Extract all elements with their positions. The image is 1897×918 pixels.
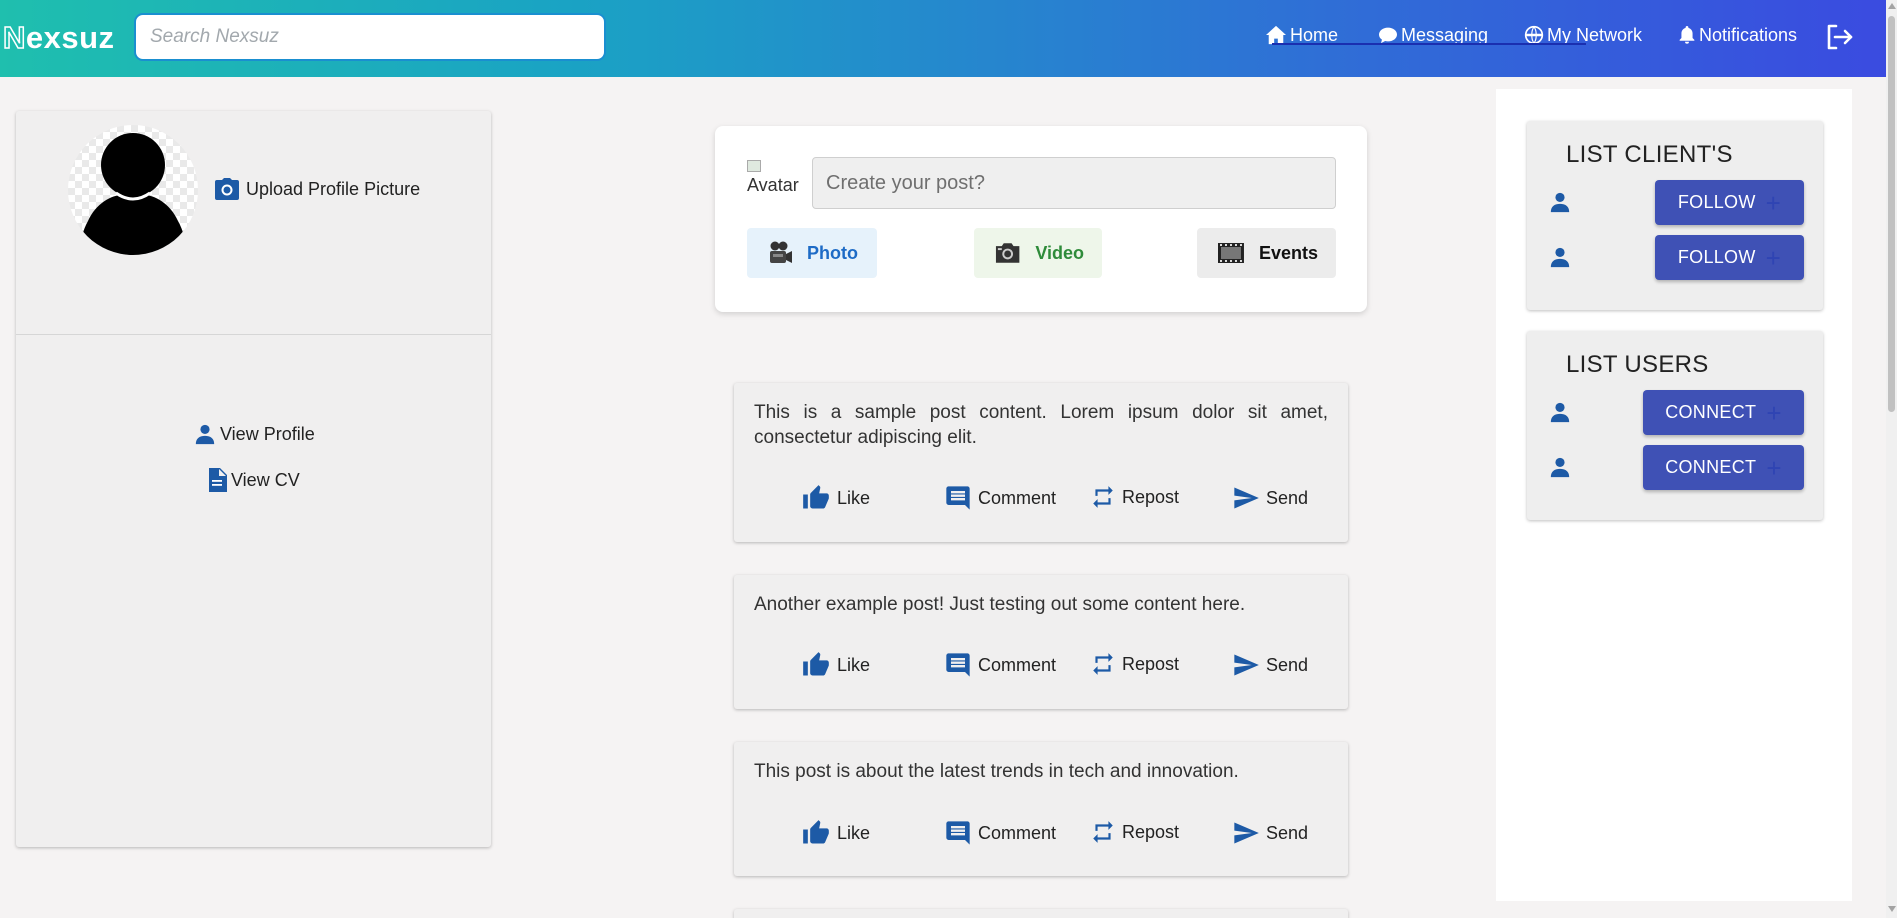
logout-icon: [1827, 24, 1853, 50]
send-button[interactable]: Send: [1232, 651, 1308, 679]
scroll-down-arrow[interactable]: [1888, 906, 1896, 912]
top-navbar: Nexsuz Home Messaging My Network Notific…: [0, 0, 1886, 77]
composer-avatar: Avatar: [747, 160, 801, 194]
person-icon: [1550, 457, 1570, 478]
clients-list-card: LIST CLIENT'S FOLLOW + FOLLOW +: [1527, 121, 1823, 310]
like-button[interactable]: Like: [801, 484, 870, 512]
comment-button[interactable]: Comment: [944, 484, 1056, 512]
clients-list-title: LIST CLIENT'S: [1566, 141, 1733, 168]
page-scrollbar[interactable]: [1886, 0, 1897, 918]
events-button[interactable]: Events: [1197, 228, 1336, 278]
scroll-thumb[interactable]: [1888, 16, 1895, 412]
plus-icon: +: [1765, 242, 1782, 273]
camera-icon: [215, 178, 239, 200]
post-card: This post is about the latest trends in …: [734, 742, 1348, 876]
thumbs-up-icon: [803, 820, 829, 844]
view-profile-link[interactable]: View Profile: [194, 423, 315, 445]
photo-button[interactable]: Photo: [747, 228, 877, 278]
person-silhouette-icon: [80, 133, 186, 255]
comment-button[interactable]: Comment: [944, 651, 1056, 679]
person-icon: [1550, 192, 1570, 213]
person-icon: [195, 424, 215, 445]
film-camera-icon: [770, 241, 792, 263]
post-text: This is a sample post content. Lorem ips…: [754, 402, 1328, 448]
repost-button[interactable]: Repost: [1090, 651, 1179, 677]
plus-icon: +: [1765, 187, 1782, 218]
like-button[interactable]: Like: [801, 819, 870, 847]
search-input[interactable]: [134, 13, 606, 61]
comment-icon: [946, 653, 970, 677]
plus-icon: +: [1766, 452, 1782, 483]
logout-button[interactable]: [1826, 24, 1854, 55]
chat-bubble-icon: [1379, 27, 1397, 44]
view-cv-link[interactable]: View CV: [207, 468, 300, 492]
home-icon: [1266, 25, 1286, 45]
document-icon: [209, 468, 227, 492]
film-strip-icon: [1217, 243, 1244, 263]
repeat-icon: [1093, 653, 1113, 675]
users-list-title: LIST USERS: [1566, 351, 1709, 378]
comment-button[interactable]: Comment: [944, 819, 1056, 847]
comment-icon: [946, 821, 970, 845]
post-card: [734, 909, 1348, 918]
thumbs-up-icon: [803, 652, 829, 676]
comment-icon: [946, 486, 970, 510]
plus-icon: +: [1766, 397, 1782, 428]
video-button[interactable]: Video: [974, 228, 1102, 278]
nav-active-underline: [1272, 43, 1586, 45]
follow-button[interactable]: FOLLOW +: [1655, 180, 1804, 225]
person-icon: [1550, 402, 1570, 423]
send-icon: [1234, 822, 1259, 844]
globe-icon: [1524, 25, 1544, 45]
repost-button[interactable]: Repost: [1090, 819, 1179, 845]
send-button[interactable]: Send: [1232, 484, 1308, 512]
bell-icon: [1679, 26, 1695, 44]
follow-button[interactable]: FOLLOW +: [1655, 235, 1804, 280]
thumbs-up-icon: [803, 485, 829, 509]
nav-notifications[interactable]: Notifications: [1678, 22, 1797, 48]
post-text: Another example post! Just testing out s…: [754, 594, 1246, 615]
person-icon: [1550, 247, 1570, 268]
logo[interactable]: Nexsuz: [2, 19, 115, 56]
profile-avatar[interactable]: [68, 125, 198, 255]
send-button[interactable]: Send: [1232, 819, 1308, 847]
post-text: This post is about the latest trends in …: [754, 761, 1239, 782]
repeat-icon: [1093, 821, 1113, 843]
profile-divider: [16, 334, 491, 335]
scroll-up-arrow[interactable]: [1888, 3, 1896, 9]
like-button[interactable]: Like: [801, 651, 870, 679]
users-list-card: LIST USERS CONNECT + CONNECT +: [1527, 331, 1823, 520]
send-icon: [1234, 654, 1259, 676]
upload-profile-picture-button[interactable]: Upload Profile Picture: [214, 177, 420, 201]
create-post-input[interactable]: [812, 157, 1336, 209]
repost-button[interactable]: Repost: [1090, 484, 1179, 510]
profile-card: Upload Profile Picture View Profile View…: [16, 111, 491, 847]
connect-button[interactable]: CONNECT +: [1643, 445, 1804, 490]
repeat-icon: [1093, 486, 1113, 508]
post-composer: Avatar Photo Video Events: [715, 126, 1367, 312]
connect-button[interactable]: CONNECT +: [1643, 390, 1804, 435]
broken-image-icon: [747, 160, 761, 172]
camera-icon: [995, 243, 1020, 263]
post-card: Another example post! Just testing out s…: [734, 575, 1348, 709]
post-card: This is a sample post content. Lorem ips…: [734, 383, 1348, 542]
send-icon: [1234, 487, 1259, 509]
